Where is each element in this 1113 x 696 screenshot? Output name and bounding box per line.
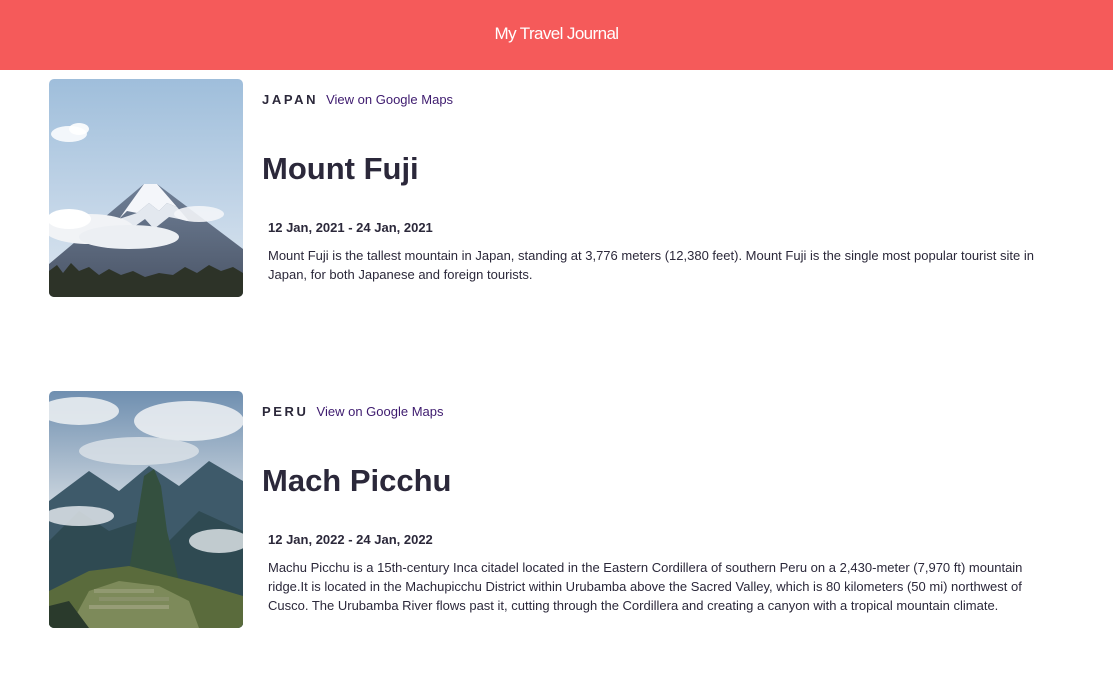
google-maps-link[interactable]: View on Google Maps <box>326 92 453 107</box>
country-label: JAPAN <box>262 92 319 107</box>
google-maps-link[interactable]: View on Google Maps <box>317 404 444 419</box>
trip-dates: 12 Jan, 2021 - 24 Jan, 2021 <box>268 220 433 235</box>
country-label: PERU <box>262 404 309 419</box>
machu-picchu-photo <box>49 391 243 628</box>
place-description: Machu Picchu is a 15th-century Inca cita… <box>268 560 1023 613</box>
place-title: Mount Fuji <box>262 151 419 186</box>
place-title: Mach Picchu <box>262 463 452 498</box>
trip-dates: 12 Jan, 2022 - 24 Jan, 2022 <box>268 532 433 547</box>
app-title: My Travel Journal <box>494 24 620 43</box>
place-description: Mount Fuji is the tallest mountain in Ja… <box>268 248 1034 282</box>
top-navbar: My Travel Journal <box>0 0 1113 70</box>
mount-fuji-photo <box>49 79 243 297</box>
location-row: PERU View on Google Maps <box>262 404 443 419</box>
location-row: JAPAN View on Google Maps <box>262 92 453 107</box>
